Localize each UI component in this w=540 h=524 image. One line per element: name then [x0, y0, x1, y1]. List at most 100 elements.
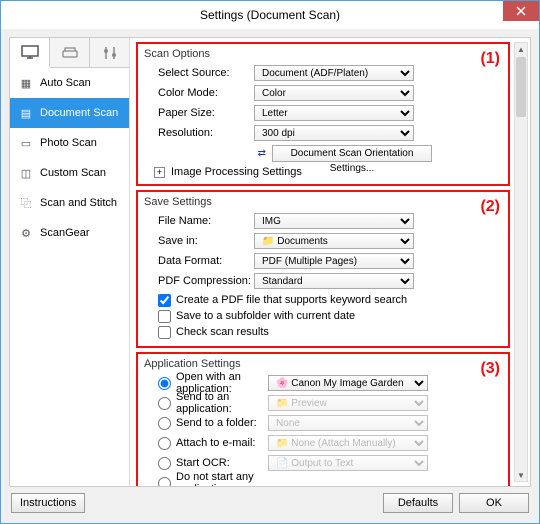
checkbox-2[interactable]: [158, 326, 171, 339]
tab-from-computer[interactable]: [10, 38, 50, 68]
sidebar-item-label: Auto Scan: [40, 77, 91, 89]
sidebar-item-scan-and-stitch[interactable]: ⿻ Scan and Stitch: [10, 188, 129, 218]
sidebar-item-label: Custom Scan: [40, 167, 106, 179]
data-format-dropdown[interactable]: PDF (Multiple Pages): [254, 253, 414, 269]
plus-icon: +: [154, 167, 165, 178]
orientation-settings-button[interactable]: Document Scan Orientation Settings...: [272, 145, 432, 162]
label-data-format: Data Format:: [144, 255, 254, 267]
sidebar-item-photo-scan[interactable]: ▭Photo Scan: [10, 128, 129, 158]
resolution-dropdown[interactable]: 300 dpi: [254, 125, 414, 141]
app-target-dropdown-0[interactable]: 🌸 Canon My Image Garden: [268, 375, 428, 391]
label-select-source: Select Source:: [144, 67, 254, 79]
radio-label: Send to a folder:: [176, 417, 257, 429]
check-1: Save to a subfolder with current date: [144, 308, 502, 324]
paper-size-dropdown[interactable]: Letter: [254, 105, 414, 121]
sidebar-item-icon: ⚙: [18, 225, 34, 241]
label-paper-size: Paper Size:: [144, 107, 254, 119]
label-resolution: Resolution:: [144, 127, 254, 139]
scroll-up-arrow[interactable]: ▲: [515, 43, 527, 55]
app-target-dropdown-4: 📄 Output to Text: [268, 455, 428, 471]
vertical-scrollbar[interactable]: ▲ ▼: [514, 42, 528, 482]
radio-1[interactable]: [158, 397, 171, 410]
image-processing-expander[interactable]: + Image Processing Settings: [144, 164, 502, 178]
sidebar-list: ▦ Auto Scan ▤ Document Scan ▭Photo Scan ◫ Cust…: [10, 68, 129, 486]
scroll-down-arrow[interactable]: ▼: [515, 469, 527, 481]
radio-4[interactable]: [158, 457, 171, 470]
sidebar-item-icon: ⿻: [18, 195, 34, 211]
tab-tools[interactable]: [90, 38, 129, 67]
app-target-dropdown-3: 📁 None (Attach Manually): [268, 435, 428, 451]
settings-pane: (1) Scan Options Select Source:Document …: [136, 42, 510, 482]
save-settings-title: Save Settings: [144, 196, 502, 208]
radio-3[interactable]: [158, 437, 171, 450]
tab-from-scanner[interactable]: [50, 38, 90, 67]
sidebar-item-label: Scan and Stitch: [40, 197, 117, 209]
sidebar-item-custom-scan[interactable]: ◫ Custom Scan: [10, 158, 129, 188]
swap-icon[interactable]: ⇄: [258, 148, 266, 159]
sidebar-item-icon: ▦: [18, 75, 34, 91]
sidebar-item-icon: ▭: [18, 135, 34, 151]
radio-label: Start OCR:: [176, 457, 230, 469]
section-marker-3: (3): [480, 360, 500, 378]
sidebar-item-icon: ▤: [18, 105, 34, 121]
select-source-dropdown[interactable]: Document (ADF/Platen): [254, 65, 414, 81]
titlebar: Settings (Document Scan): [1, 1, 539, 29]
section-marker-2: (2): [480, 198, 500, 216]
tools-icon: [100, 45, 120, 61]
scan-options-title: Scan Options: [144, 48, 502, 60]
file-name-field[interactable]: IMG: [254, 213, 414, 229]
close-icon: [516, 6, 526, 16]
checkbox-label: Check scan results: [176, 326, 269, 338]
content-area: ▦ Auto Scan ▤ Document Scan ▭Photo Scan ◫ Cust…: [1, 29, 539, 523]
defaults-button[interactable]: Defaults: [383, 493, 453, 513]
radio-0[interactable]: [158, 377, 171, 390]
monitor-icon: [20, 44, 40, 60]
section-save-settings: (2) Save Settings File Name:IMG Save in:…: [136, 190, 510, 348]
radio-label: Send to an application:: [176, 391, 268, 415]
instructions-button[interactable]: Instructions: [11, 493, 85, 513]
label-pdf-compression: PDF Compression:: [144, 275, 254, 287]
check-2: Check scan results: [144, 324, 502, 340]
scroll-thumb[interactable]: [516, 57, 526, 117]
radio-row-1: Send to an application:📁 Preview: [144, 394, 502, 412]
sidebar-item-document-scan[interactable]: ▤ Document Scan: [10, 98, 129, 128]
left-panel: ▦ Auto Scan ▤ Document Scan ▭Photo Scan ◫ Cust…: [10, 38, 130, 486]
window-title: Settings (Document Scan): [200, 8, 340, 22]
radio-label: Attach to e-mail:: [176, 437, 255, 449]
section-scan-options: (1) Scan Options Select Source:Document …: [136, 42, 510, 186]
checkbox-label: Create a PDF file that supports keyword …: [176, 294, 407, 306]
pdf-compression-dropdown[interactable]: Standard: [254, 273, 414, 289]
save-in-dropdown[interactable]: 📁 Documents: [254, 233, 414, 249]
radio-row-4: Start OCR: 📄 Output to Text: [144, 454, 502, 472]
app-settings-title: Application Settings: [144, 358, 502, 370]
close-button[interactable]: [503, 1, 539, 21]
label-save-in: Save in:: [144, 235, 254, 247]
app-target-dropdown-1: 📁 Preview: [268, 395, 428, 411]
section-marker-1: (1): [480, 50, 500, 68]
body: ▦ Auto Scan ▤ Document Scan ▭Photo Scan ◫ Cust…: [9, 37, 531, 487]
section-app-settings: (3) Application Settings Open with an ap…: [136, 352, 510, 486]
radio-2[interactable]: [158, 417, 171, 430]
radio-row-5: Do not start any application: [144, 474, 502, 486]
label-color-mode: Color Mode:: [144, 87, 254, 99]
radio-row-0: Open with an application:🌸 Canon My Imag…: [144, 374, 502, 392]
check-0: Create a PDF file that supports keyword …: [144, 292, 502, 308]
radio-5[interactable]: [158, 477, 171, 487]
app-target-dropdown-2: None: [268, 415, 428, 431]
color-mode-dropdown[interactable]: Color: [254, 85, 414, 101]
radio-label: Do not start any application: [176, 471, 268, 486]
settings-window: Settings (Document Scan) ▦Auto Sca: [0, 0, 540, 524]
checkbox-1[interactable]: [158, 310, 171, 323]
sidebar-item-label: Document Scan: [40, 107, 118, 119]
icon-tab-bar: [10, 38, 129, 68]
sidebar-item-label: ScanGear: [40, 227, 90, 239]
checkbox-0[interactable]: [158, 294, 171, 307]
sidebar-item-scangear[interactable]: ⚙ ScanGear: [10, 218, 129, 248]
label-file-name: File Name:: [144, 215, 254, 227]
main-panel: (1) Scan Options Select Source:Document …: [130, 38, 530, 486]
scanner-icon: [60, 45, 80, 61]
radio-row-2: Send to a folder: None: [144, 414, 502, 432]
ok-button[interactable]: OK: [459, 493, 529, 513]
sidebar-item-auto-scan[interactable]: ▦ Auto Scan: [10, 68, 129, 98]
sidebar-item-icon: ◫: [18, 165, 34, 181]
